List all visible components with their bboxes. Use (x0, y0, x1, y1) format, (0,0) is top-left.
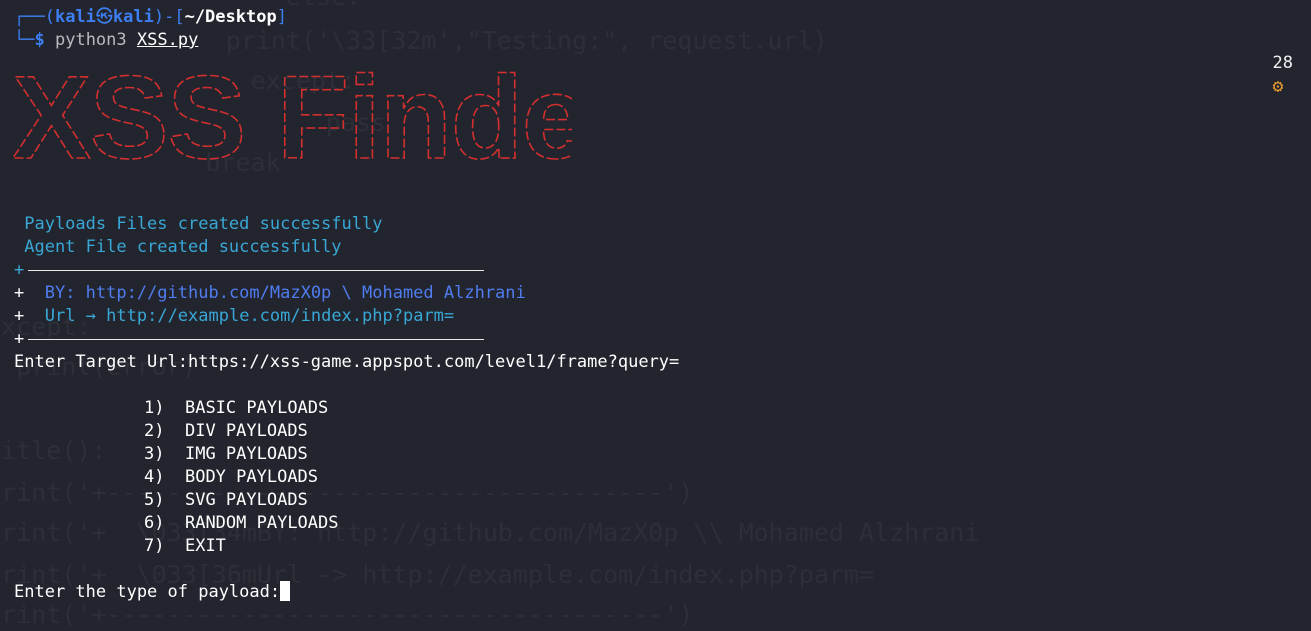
payloads-created-message: Payloads Files created successfully (14, 214, 383, 234)
rule-bar (28, 269, 485, 271)
menu-option-number: 5) (144, 490, 165, 510)
prompt-host: kali (112, 7, 154, 27)
info-box-by-line: + BY: http://github.com/MazX0p \ Mohamed… (14, 282, 1304, 305)
info-plus: + (14, 283, 25, 303)
menu-option: 6) RANDOM PAYLOADS (14, 512, 1304, 535)
menu-option: 7) EXIT (14, 535, 1304, 558)
menu-option: 2) DIV PAYLOADS (14, 420, 1304, 443)
target-url-prompt: Enter Target Url:https://xss-game.appspo… (14, 352, 680, 372)
info-box-bottom-rule: + (14, 328, 1304, 351)
prompt-corner-bottom: └─ (14, 30, 35, 50)
info-plus: + (14, 306, 25, 326)
prompt-command-line: └─$ python3 XSS.py (14, 29, 1304, 52)
menu-option-label: IMG PAYLOADS (184, 444, 308, 464)
rule-plus: + (14, 260, 25, 280)
menu-option-number: 1) (144, 398, 165, 418)
menu-option: 1) BASIC PAYLOADS (14, 397, 1304, 420)
menu-option-label: EXIT (184, 536, 226, 556)
gear-icon: ⚙ (1272, 76, 1284, 97)
prompt-bracket-sep: )-[ (153, 7, 185, 27)
menu-option-label: RANDOM PAYLOADS (184, 513, 339, 533)
url-label: Url (24, 306, 86, 326)
payload-type-prompt[interactable]: Enter the type of payload: (14, 581, 1304, 604)
prompt-bracket-close: ] (276, 7, 287, 27)
info-box-top-rule: + (14, 259, 1304, 282)
command-name: python3 (54, 30, 127, 50)
menu-option-number: 4) (144, 467, 165, 487)
prompt-corner-top: ┌──( (14, 7, 55, 27)
prompt-at-symbol: ㉿ (95, 7, 113, 27)
menu-option-label: SVG PAYLOADS (184, 490, 308, 510)
menu-option: 5) SVG PAYLOADS (14, 489, 1304, 512)
payload-type-label: Enter the type of payload: (14, 582, 281, 602)
menu-option: 3) IMG PAYLOADS (14, 443, 1304, 466)
menu-option: 4) BODY PAYLOADS (14, 466, 1304, 489)
prompt-header: ┌──(kali㉿kali)-[~/Desktop] (14, 6, 1304, 29)
rule-bar (28, 338, 485, 340)
rule-plus: + (14, 329, 25, 349)
menu-option-number: 3) (144, 444, 165, 464)
menu-option-label: BODY PAYLOADS (184, 467, 319, 487)
url-example: http://example.com/index.php?parm= (95, 306, 455, 326)
terminal-cursor[interactable] (280, 581, 291, 601)
menu-option-number: 6) (144, 513, 165, 533)
prompt-dollar: $ (34, 30, 45, 50)
payload-menu: 1) BASIC PAYLOADS 2) DIV PAYLOADS 3) IMG P… (14, 397, 1304, 558)
menu-option-label: DIV PAYLOADS (184, 421, 308, 441)
menu-option-number: 2) (144, 421, 165, 441)
prompt-user: kali (54, 7, 96, 27)
job-count: 28 (1272, 53, 1293, 73)
info-box-url-line: + Url → http://example.com/index.php?par… (14, 305, 1304, 328)
agent-created-message: Agent File created successfully (14, 237, 342, 257)
banner-spacer (14, 52, 1304, 213)
command-argument: XSS.py (136, 30, 199, 50)
menu-option-label: BASIC PAYLOADS (184, 398, 329, 418)
author-credit: BY: http://github.com/MazX0p \ Mohamed A… (24, 283, 526, 303)
job-status: 28 ⚙ (1252, 29, 1293, 97)
prompt-path: ~/Desktop (184, 7, 277, 27)
terminal-output: ┌──(kali㉿kali)-[~/Desktop] └─$ python3 X… (14, 6, 1304, 604)
url-arrow: → (85, 306, 96, 326)
bg-code-line: print('+--------------------------------… (0, 600, 694, 629)
menu-option-number: 7) (144, 536, 165, 556)
